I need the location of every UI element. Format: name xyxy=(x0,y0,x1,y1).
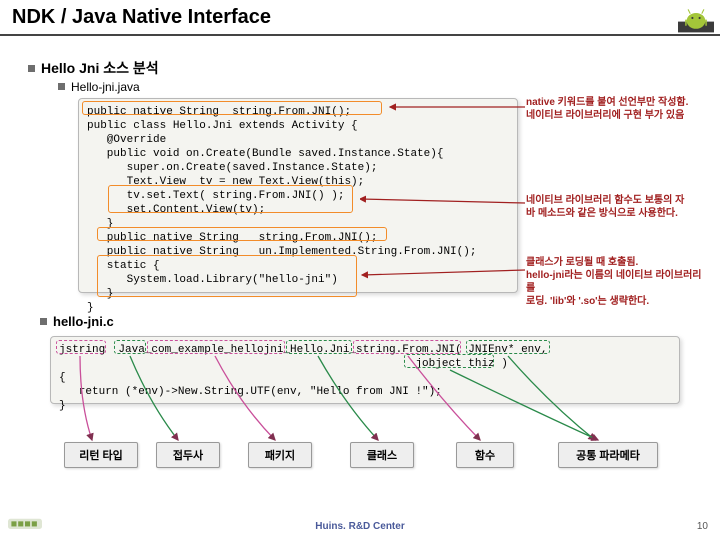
section1-label: Hello Jni 소스 분석 xyxy=(41,60,159,76)
dash-prefix xyxy=(114,340,146,354)
dash-package xyxy=(147,340,285,354)
highlight-native-decl xyxy=(82,101,382,115)
note2-line2: 바 메소드와 같은 방식으로 사용한다. xyxy=(526,208,678,219)
note1-line2: 네이티브 라이브러리에 구현 부가 있음 xyxy=(526,110,684,121)
dash-param1 xyxy=(466,340,550,354)
label-return-type: 리턴 타입 xyxy=(64,442,138,468)
page-number: 10 xyxy=(697,521,708,532)
note-2: 네이티브 라이브러리 함수도 보통의 자 바 메소드와 같은 방식으로 사용한다… xyxy=(526,194,701,220)
label-class: 클래스 xyxy=(350,442,414,468)
dash-function xyxy=(353,340,461,354)
note3-line1: 클래스가 로딩될 때 호출됨. xyxy=(526,257,638,268)
page-title: NDK / Java Native Interface xyxy=(12,6,271,29)
arrows-c xyxy=(50,354,690,454)
highlight-static xyxy=(97,255,357,297)
arrows-java xyxy=(360,95,540,305)
section3-label: hello-jni.c xyxy=(53,314,114,329)
note-3: 클래스가 로딩될 때 호출됨. hello-jni라는 이름의 네이티브 라이브… xyxy=(526,256,706,308)
footer-text: Huins. R&D Center xyxy=(0,521,720,532)
dash-return-type xyxy=(56,340,106,354)
note-1: native 키워드를 붙여 선언부만 작성함. 네이티브 라이브러리에 구현 … xyxy=(526,96,696,122)
bullet-icon xyxy=(40,318,47,325)
note3-line2: hello-jni라는 이름의 네이티브 라이브러리를 xyxy=(526,270,701,294)
section-heading-2: Hello-jni.java xyxy=(58,80,140,94)
android-icon xyxy=(678,3,714,33)
dash-class xyxy=(286,340,352,354)
section-heading-1: Hello Jni 소스 분석 xyxy=(28,58,159,78)
bullet-icon xyxy=(58,83,65,90)
label-function: 함수 xyxy=(456,442,514,468)
note3-line3: 로딩. 'lib'와 '.so'는 생략한다. xyxy=(526,296,649,307)
title-underline xyxy=(0,34,720,36)
company-logo xyxy=(8,512,42,534)
bullet-icon xyxy=(28,65,35,72)
label-prefix: 접두사 xyxy=(156,442,220,468)
note2-line1: 네이티브 라이브러리 함수도 보통의 자 xyxy=(526,195,684,206)
highlight-call xyxy=(108,185,353,213)
label-params: 공통 파라메타 xyxy=(558,442,658,468)
section2-label: Hello-jni.java xyxy=(71,80,140,94)
note1-line1: native 키워드를 붙여 선언부만 작성함. xyxy=(526,97,688,108)
label-package: 패키지 xyxy=(248,442,312,468)
section-heading-3: hello-jni.c xyxy=(40,314,114,329)
highlight-native-repeat xyxy=(97,227,387,241)
